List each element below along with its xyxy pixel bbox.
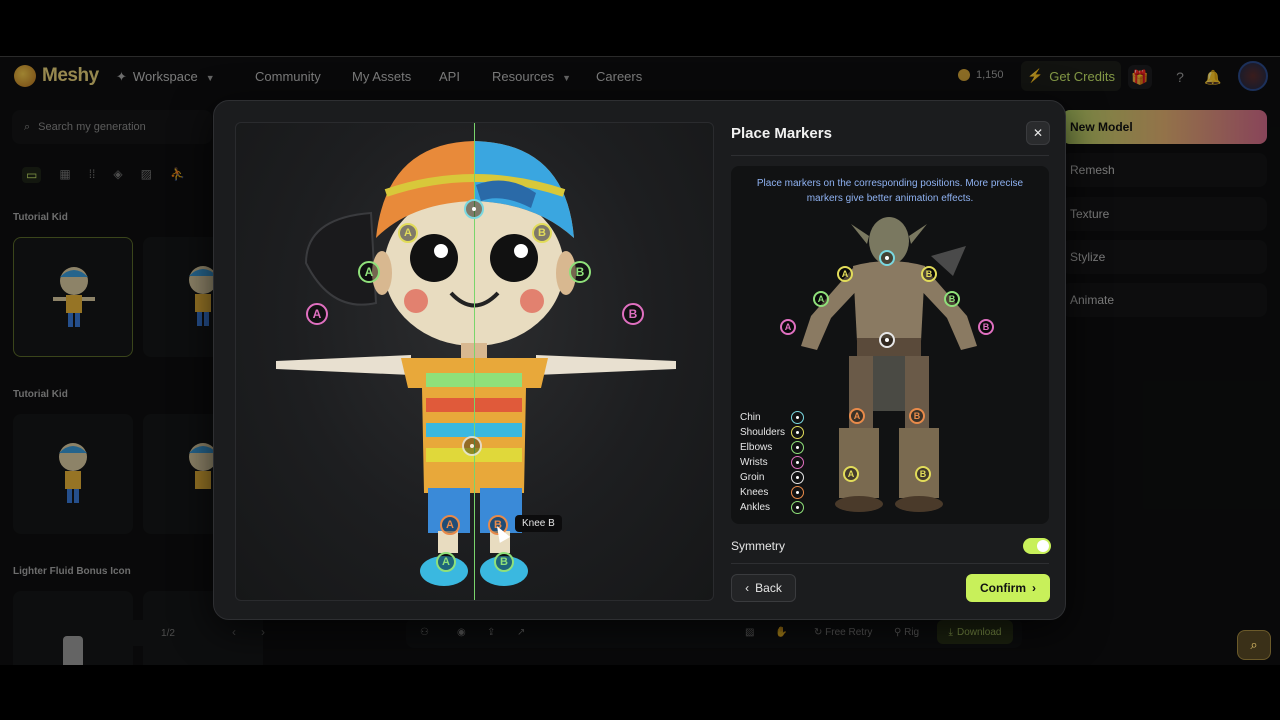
marker-legend: Chin Shoulders Elbows Wrists Groin Knees… <box>740 410 804 515</box>
chin-legend-icon <box>791 411 804 424</box>
legend-label: Chin <box>740 412 761 423</box>
legend-row-shoulders: Shoulders <box>740 425 804 440</box>
ankles-legend-icon <box>791 501 804 514</box>
legend-label: Knees <box>740 487 769 498</box>
wrists-legend-icon <box>791 456 804 469</box>
ref-knee-marker-b: B <box>909 408 925 424</box>
symmetry-axis <box>474 123 475 600</box>
ankle-marker-a[interactable]: A <box>436 552 456 572</box>
chevron-right-icon: › <box>1032 581 1036 595</box>
place-markers-modal: A B A B A B A B A B Knee B Place Markers… <box>213 100 1066 620</box>
ref-knee-marker-a: A <box>849 408 865 424</box>
divider <box>731 563 1049 564</box>
ref-chin-marker <box>879 250 895 266</box>
ref-ankle-marker-a: A <box>843 466 859 482</box>
legend-row-groin: Groin <box>740 470 804 485</box>
chevron-left-icon: ‹ <box>745 581 750 595</box>
letterbox-top <box>0 0 1280 57</box>
legend-label: Shoulders <box>740 427 786 438</box>
elbow-marker-a[interactable]: A <box>358 261 380 283</box>
legend-row-wrists: Wrists <box>740 455 804 470</box>
shoulder-marker-a[interactable]: A <box>398 223 418 243</box>
legend-row-knees: Knees <box>740 485 804 500</box>
back-button[interactable]: ‹ Back <box>731 574 796 602</box>
knee-marker-a[interactable]: A <box>440 515 460 535</box>
legend-label: Elbows <box>740 442 773 453</box>
ref-wrist-marker-a: A <box>780 319 796 335</box>
shoulder-marker-b[interactable]: B <box>532 223 552 243</box>
kid-character-model <box>276 141 676 586</box>
legend-row-ankles: Ankles <box>740 500 804 515</box>
ref-ankle-marker-b: B <box>915 466 931 482</box>
ankle-marker-b[interactable]: B <box>494 552 514 572</box>
marker-tooltip: Knee B <box>515 515 562 532</box>
ref-wrist-marker-b: B <box>978 319 994 335</box>
back-label: Back <box>755 581 782 595</box>
legend-row-elbows: Elbows <box>740 440 804 455</box>
ref-shoulder-marker-b: B <box>921 266 937 282</box>
confirm-label: Confirm <box>980 581 1026 595</box>
close-button[interactable]: ✕ <box>1026 121 1050 145</box>
wrist-marker-b[interactable]: B <box>622 303 644 325</box>
ref-elbow-marker-a: A <box>813 291 829 307</box>
confirm-button[interactable]: Confirm › <box>966 574 1050 602</box>
symmetry-label: Symmetry <box>731 539 785 553</box>
letterbox-bottom <box>0 665 1280 720</box>
app: Meshy ✦ Workspace ▼ Community My Assets AP… <box>0 57 1280 665</box>
elbow-marker-b[interactable]: B <box>569 261 591 283</box>
wrist-marker-a[interactable]: A <box>306 303 328 325</box>
ref-shoulder-marker-a: A <box>837 266 853 282</box>
groin-marker[interactable] <box>462 436 482 456</box>
symmetry-toggle[interactable] <box>1023 538 1051 554</box>
divider <box>731 155 1049 156</box>
shoulders-legend-icon <box>791 426 804 439</box>
knees-legend-icon <box>791 486 804 499</box>
close-icon: ✕ <box>1032 126 1044 140</box>
legend-label: Groin <box>740 472 765 483</box>
modal-title: Place Markers <box>731 125 832 142</box>
ref-groin-marker <box>879 332 895 348</box>
reference-panel: Place markers on the corresponding posit… <box>731 166 1049 524</box>
legend-row-chin: Chin <box>740 410 804 425</box>
toggle-knob <box>1037 540 1049 552</box>
groin-legend-icon <box>791 471 804 484</box>
chin-marker[interactable] <box>464 199 484 219</box>
elbows-legend-icon <box>791 441 804 454</box>
legend-label: Ankles <box>740 502 771 513</box>
model-viewport[interactable]: A B A B A B A B A B Knee B <box>235 122 714 601</box>
ref-elbow-marker-b: B <box>944 291 960 307</box>
legend-label: Wrists <box>740 457 768 468</box>
chat-search-icon[interactable]: ⌕ <box>1237 630 1271 660</box>
